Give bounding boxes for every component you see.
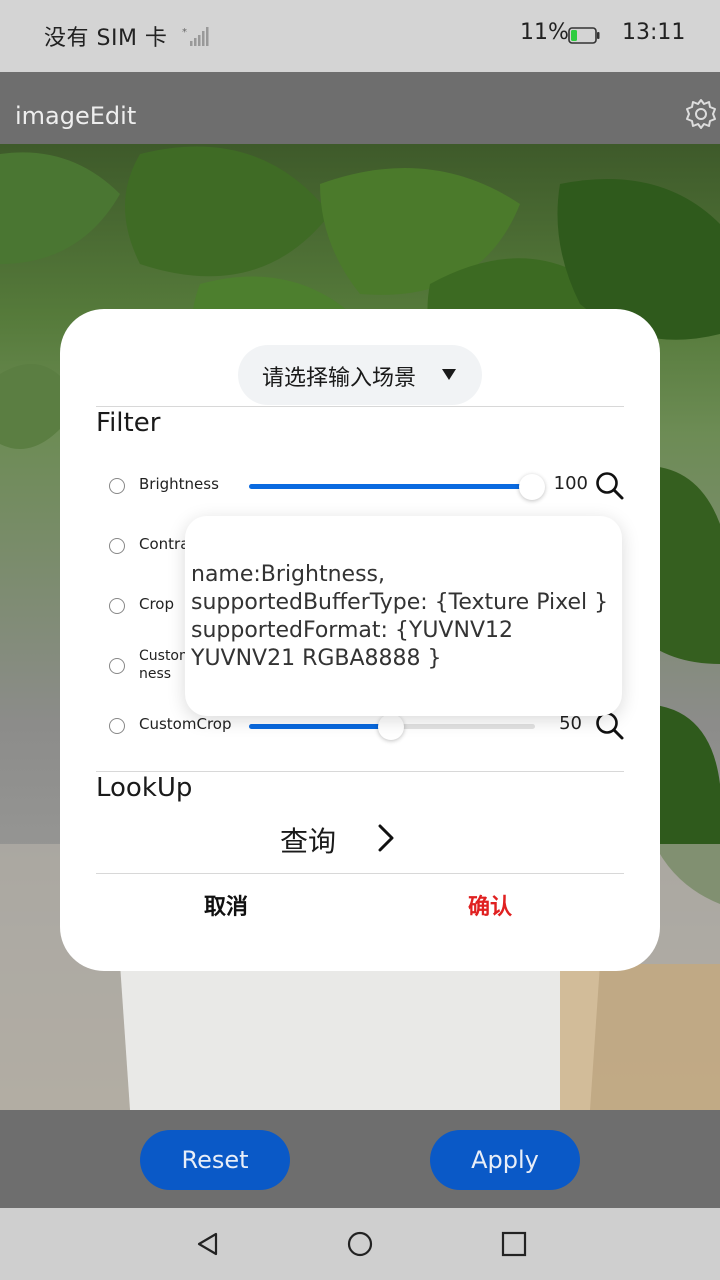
gear-icon[interactable] bbox=[684, 97, 718, 131]
apply-button[interactable]: Apply bbox=[430, 1130, 580, 1190]
status-bar: 没有 SIM 卡 * 11% 13:11 bbox=[0, 0, 720, 72]
clock: 13:11 bbox=[622, 20, 686, 45]
home-circle-icon[interactable] bbox=[342, 1226, 378, 1262]
scene-select[interactable]: 请选择输入场景 bbox=[238, 345, 482, 405]
slider-brightness[interactable] bbox=[249, 474, 545, 500]
recents-square-icon[interactable] bbox=[496, 1226, 532, 1262]
filter-info-tooltip: name:Brightness, supportedBufferType: {T… bbox=[185, 516, 622, 716]
divider bbox=[96, 873, 624, 874]
filter-label: Contra bbox=[139, 535, 190, 553]
search-icon[interactable] bbox=[595, 471, 625, 501]
filter-value: 100 bbox=[553, 473, 588, 494]
scene-select-label: 请选择输入场景 bbox=[262, 366, 417, 391]
slider-knob[interactable] bbox=[378, 714, 404, 740]
back-triangle-icon[interactable] bbox=[190, 1226, 226, 1262]
app-bar: imageEdit bbox=[0, 72, 720, 144]
signal-icon: * bbox=[182, 27, 209, 46]
filter-label: CustomCrop bbox=[139, 715, 232, 733]
carrier-text: 没有 SIM 卡 bbox=[44, 26, 168, 51]
chevron-right-icon[interactable] bbox=[376, 823, 396, 853]
divider bbox=[96, 771, 624, 772]
slider-fill bbox=[249, 484, 535, 489]
radio-crop[interactable] bbox=[109, 598, 125, 614]
filter-row-brightness: Brightness 100 bbox=[60, 465, 660, 505]
confirm-button[interactable]: 确认 bbox=[468, 889, 512, 921]
filter-label: Crop bbox=[139, 595, 175, 613]
divider bbox=[96, 406, 624, 407]
radio-custom-brightness[interactable] bbox=[109, 658, 125, 674]
cancel-button[interactable]: 取消 bbox=[204, 889, 248, 921]
filter-label: Brightness bbox=[139, 475, 219, 493]
slider-customcrop[interactable] bbox=[249, 714, 535, 740]
svg-text:*: * bbox=[182, 27, 187, 38]
radio-brightness[interactable] bbox=[109, 478, 125, 494]
query-label[interactable]: 查询 bbox=[280, 820, 336, 860]
lookup-section-title: LookUp bbox=[96, 773, 193, 803]
reset-button[interactable]: Reset bbox=[140, 1130, 290, 1190]
action-bar: Reset Apply bbox=[0, 1110, 720, 1208]
caret-down-icon bbox=[442, 369, 456, 380]
system-nav-bar bbox=[0, 1208, 720, 1280]
filter-section-title: Filter bbox=[96, 408, 161, 438]
radio-customcrop[interactable] bbox=[109, 718, 125, 734]
app-title: imageEdit bbox=[15, 102, 137, 130]
battery-icon bbox=[568, 27, 600, 44]
radio-contrast[interactable] bbox=[109, 538, 125, 554]
battery-percent: 11% bbox=[520, 20, 569, 45]
slider-fill bbox=[249, 724, 392, 729]
filter-value: 50 bbox=[559, 713, 582, 734]
